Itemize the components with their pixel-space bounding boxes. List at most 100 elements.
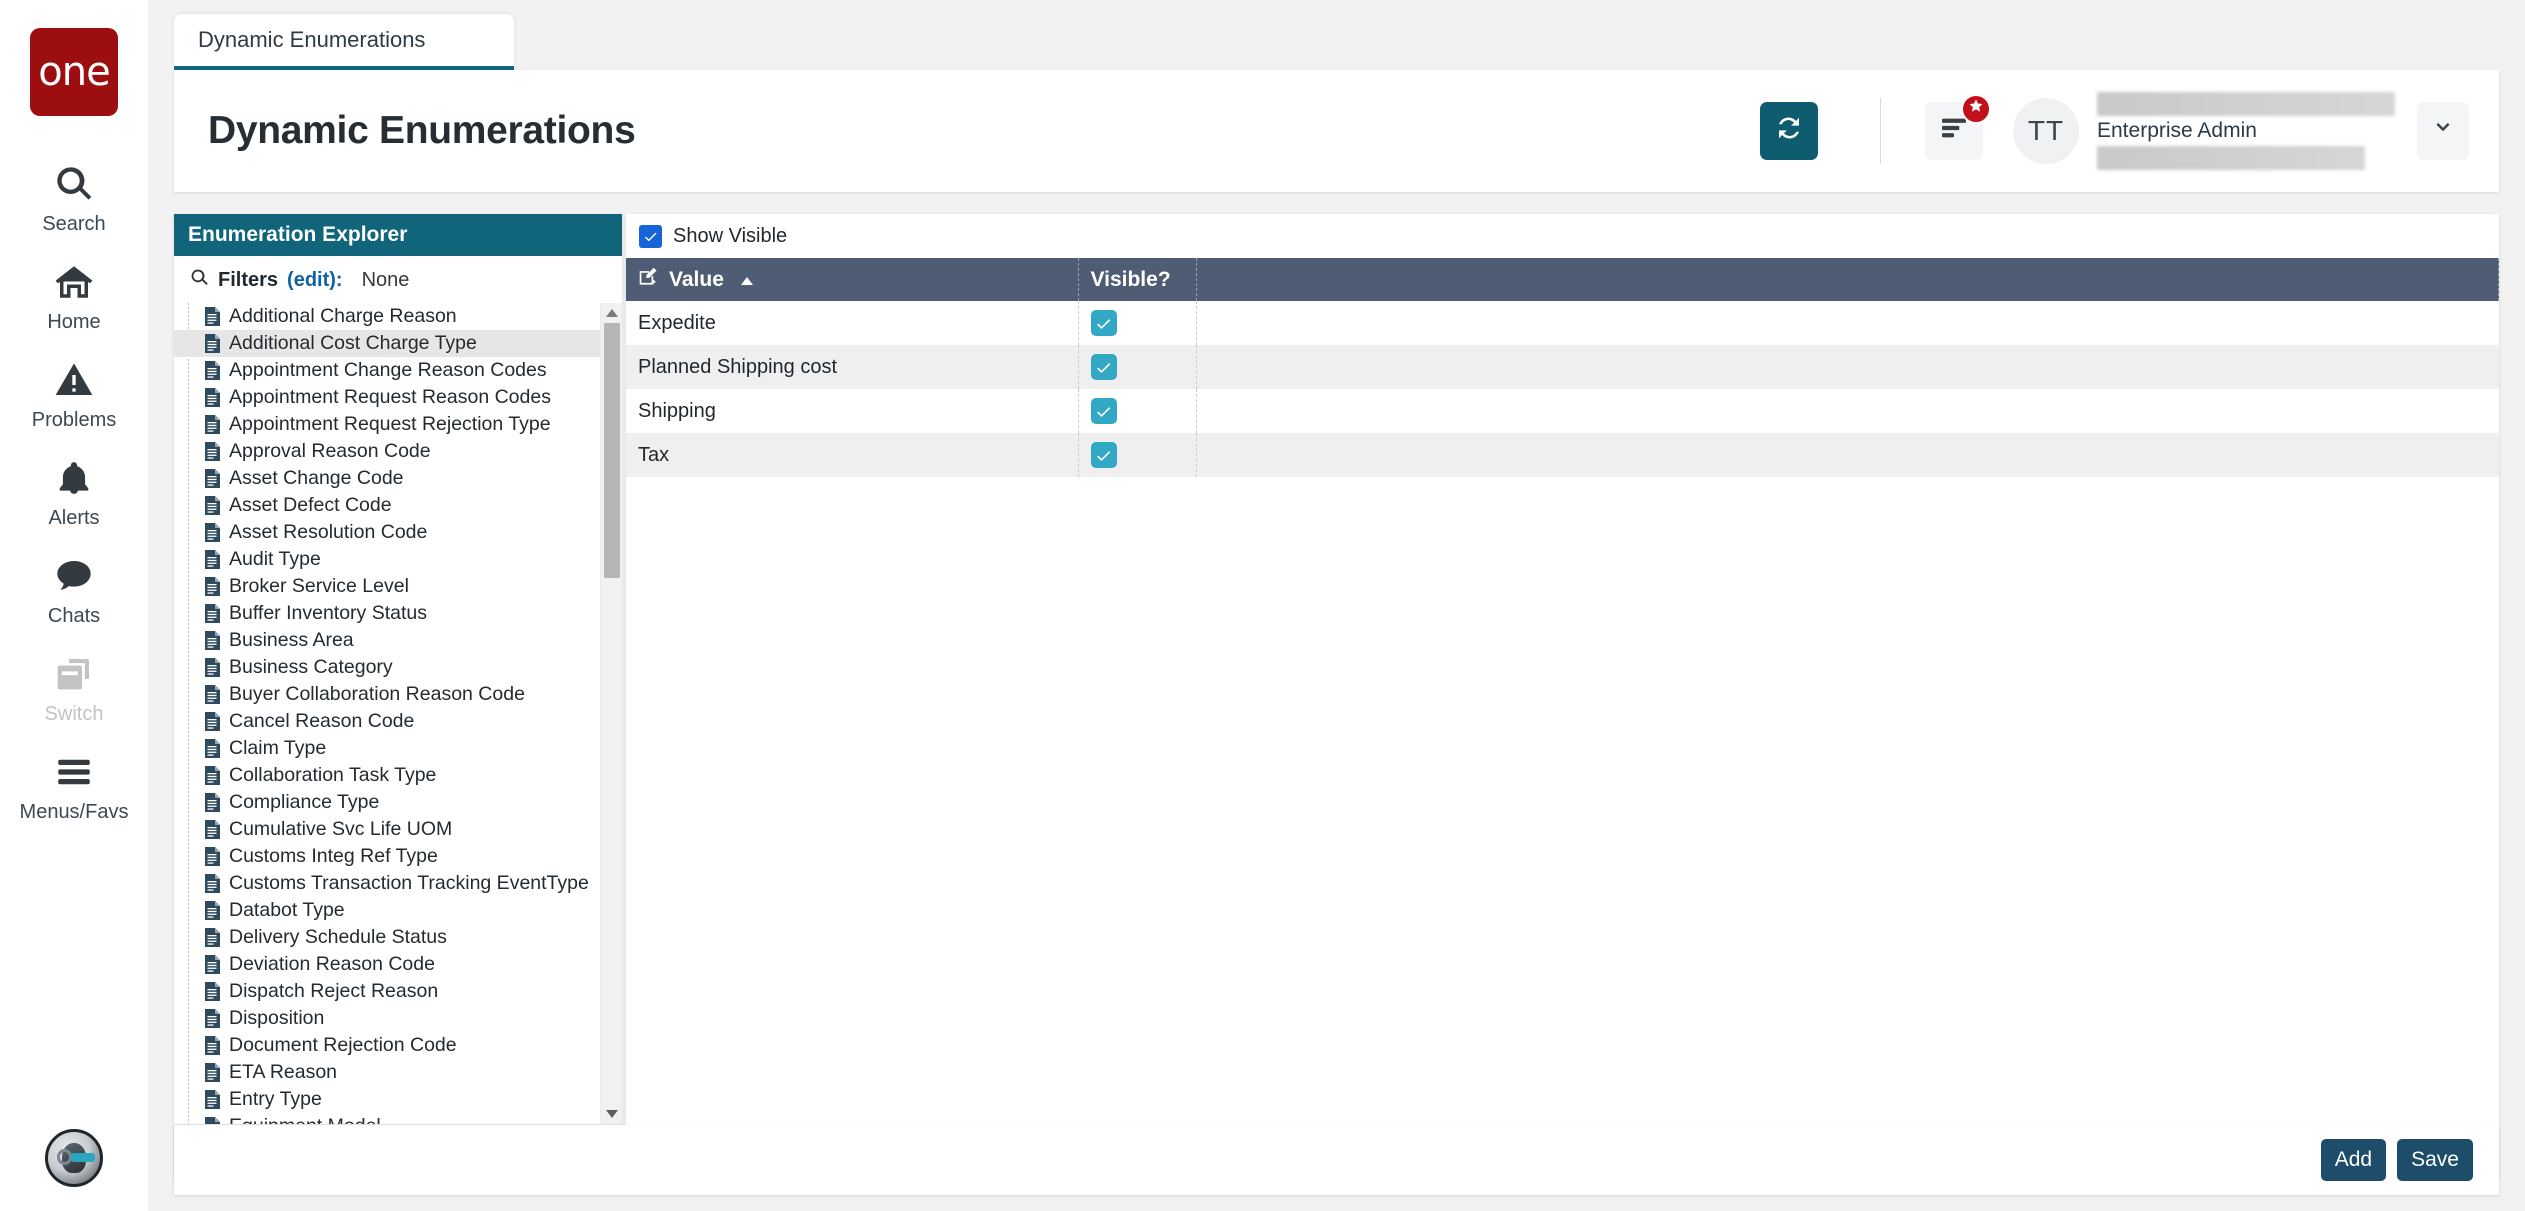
- tree-item[interactable]: Appointment Request Reason Codes: [174, 384, 600, 411]
- cell-value[interactable]: Tax: [626, 433, 1079, 477]
- tree-item[interactable]: Claim Type: [174, 735, 600, 762]
- notifications-menu-button[interactable]: [1925, 93, 1991, 160]
- cell-value[interactable]: Planned Shipping cost: [626, 345, 1079, 389]
- star-icon: [1968, 98, 1984, 119]
- header-actions: TT Enterprise Admin: [1760, 91, 2469, 171]
- tree-item[interactable]: Business Category: [174, 654, 600, 681]
- tree-item-label: Delivery Schedule Status: [229, 926, 447, 948]
- tree-item[interactable]: Document Rejection Code: [174, 1032, 600, 1059]
- column-header-value[interactable]: Value: [626, 258, 1079, 301]
- tree-item[interactable]: Buyer Collaboration Reason Code: [174, 681, 600, 708]
- column-header-value-label: Value: [669, 267, 724, 291]
- tree-item-label: Additional Cost Charge Type: [229, 332, 477, 354]
- cell-value[interactable]: Shipping: [626, 389, 1079, 433]
- add-button[interactable]: Add: [2320, 1139, 2387, 1181]
- visible-checkbox[interactable]: [1090, 354, 1117, 380]
- cell-filler: [1196, 345, 2499, 389]
- tree-item[interactable]: Collaboration Task Type: [174, 762, 600, 789]
- filters-row: Filters (edit): None: [174, 256, 622, 303]
- avatar[interactable]: TT: [2013, 97, 2079, 164]
- tree-item[interactable]: Audit Type: [174, 546, 600, 573]
- tree-item[interactable]: Dispatch Reject Reason: [174, 978, 600, 1005]
- tree-item[interactable]: Broker Service Level: [174, 573, 600, 600]
- show-visible-checkbox[interactable]: [639, 224, 662, 248]
- tree-item-label: Entry Type: [229, 1088, 322, 1110]
- document-icon: [204, 982, 221, 1001]
- tree-item[interactable]: Appointment Request Rejection Type: [174, 411, 600, 438]
- table-row[interactable]: Expedite: [626, 301, 2499, 345]
- visible-checkbox[interactable]: [1090, 310, 1117, 336]
- document-icon: [204, 523, 221, 542]
- scrollbar-thumb[interactable]: [604, 323, 620, 578]
- tree-item[interactable]: Asset Resolution Code: [174, 519, 600, 546]
- visible-checkbox[interactable]: [1090, 398, 1117, 424]
- sidebar-item-chats[interactable]: Chats: [0, 540, 148, 638]
- tree-item-label: ETA Reason: [229, 1061, 338, 1083]
- tree-item[interactable]: Buffer Inventory Status: [174, 600, 600, 627]
- document-icon: [204, 307, 221, 326]
- cell-value[interactable]: Expedite: [626, 301, 1079, 345]
- tree-item[interactable]: Approval Reason Code: [174, 438, 600, 465]
- document-icon: [204, 820, 221, 839]
- sort-ascending-icon: [740, 268, 754, 292]
- document-icon: [204, 388, 221, 407]
- column-header-visible[interactable]: Visible?: [1078, 258, 1197, 301]
- tree-item[interactable]: Asset Defect Code: [174, 492, 600, 519]
- tree-item[interactable]: Cancel Reason Code: [174, 708, 600, 735]
- sidebar-item-switch[interactable]: Switch: [0, 638, 148, 736]
- tree-item-label: Deviation Reason Code: [229, 953, 435, 975]
- tree-item[interactable]: Customs Integ Ref Type: [174, 843, 600, 870]
- document-icon: [204, 1009, 221, 1028]
- enumeration-tree-list[interactable]: Additional Charge Reason Additional Cost …: [174, 303, 600, 1124]
- tree-item[interactable]: Customs Transaction Tracking EventType: [174, 870, 600, 897]
- sidebar-item-search[interactable]: Search: [0, 148, 148, 246]
- table-row[interactable]: Planned Shipping cost: [626, 345, 2499, 389]
- tree-item[interactable]: Additional Cost Charge Type: [174, 330, 600, 357]
- tree-item[interactable]: Databot Type: [174, 897, 600, 924]
- document-icon: [204, 361, 221, 380]
- cell-filler: [1196, 301, 2499, 345]
- redacted-username: [2097, 91, 2395, 116]
- tree-item-label: Appointment Request Reason Codes: [229, 386, 551, 408]
- brand-logo[interactable]: one: [30, 28, 118, 116]
- tree-item[interactable]: Asset Change Code: [174, 465, 600, 492]
- sidebar-item-label: Home: [47, 311, 101, 333]
- sidebar-item-label: Problems: [31, 409, 117, 431]
- sidebar-item-menus-favs[interactable]: Menus/Favs: [0, 736, 148, 834]
- tree-item-label: Cumulative Svc Life UOM: [229, 818, 453, 840]
- sidebar-item-alerts[interactable]: Alerts: [0, 442, 148, 540]
- tree-item[interactable]: Additional Charge Reason: [174, 303, 600, 330]
- column-header-visible-label: Visible?: [1090, 267, 1171, 291]
- tree-item[interactable]: Appointment Change Reason Codes: [174, 357, 600, 384]
- sidebar-item-problems[interactable]: Problems: [0, 344, 148, 442]
- cell-visible: [1078, 433, 1197, 477]
- tree-item[interactable]: Entry Type: [174, 1086, 600, 1113]
- table-row[interactable]: Shipping: [626, 389, 2499, 433]
- save-button[interactable]: Save: [2397, 1139, 2473, 1181]
- table-row[interactable]: Tax: [626, 433, 2499, 477]
- tree-item[interactable]: Equipment Model: [174, 1113, 600, 1124]
- scroll-down-arrow-icon[interactable]: [601, 1104, 622, 1124]
- user-avatar-bottom[interactable]: [45, 1129, 103, 1187]
- tree-item[interactable]: Disposition: [174, 1005, 600, 1032]
- tree-item[interactable]: Deviation Reason Code: [174, 951, 600, 978]
- user-menu-dropdown-button[interactable]: [2417, 101, 2469, 160]
- tab-dynamic-enumerations[interactable]: Dynamic Enumerations: [174, 14, 514, 70]
- tree-item[interactable]: Cumulative Svc Life UOM: [174, 816, 600, 843]
- document-icon: [204, 631, 221, 650]
- tree-item[interactable]: ETA Reason: [174, 1059, 600, 1086]
- document-icon: [204, 442, 221, 461]
- filters-edit-link[interactable]: (edit):: [287, 269, 343, 292]
- scroll-up-arrow-icon[interactable]: [601, 303, 622, 323]
- visible-checkbox[interactable]: [1090, 442, 1117, 468]
- tree-item[interactable]: Business Area: [174, 627, 600, 654]
- cell-visible: [1078, 389, 1197, 433]
- rail-item-list: Search Home Problems Alerts Chats Switch…: [0, 148, 148, 834]
- tree-scrollbar[interactable]: [600, 303, 622, 1124]
- sidebar-item-home[interactable]: Home: [0, 246, 148, 344]
- document-icon: [204, 712, 221, 731]
- tree-item[interactable]: Compliance Type: [174, 789, 600, 816]
- refresh-button[interactable]: [1760, 101, 1818, 160]
- tree-item[interactable]: Delivery Schedule Status: [174, 924, 600, 951]
- tree-item-label: Document Rejection Code: [229, 1034, 457, 1056]
